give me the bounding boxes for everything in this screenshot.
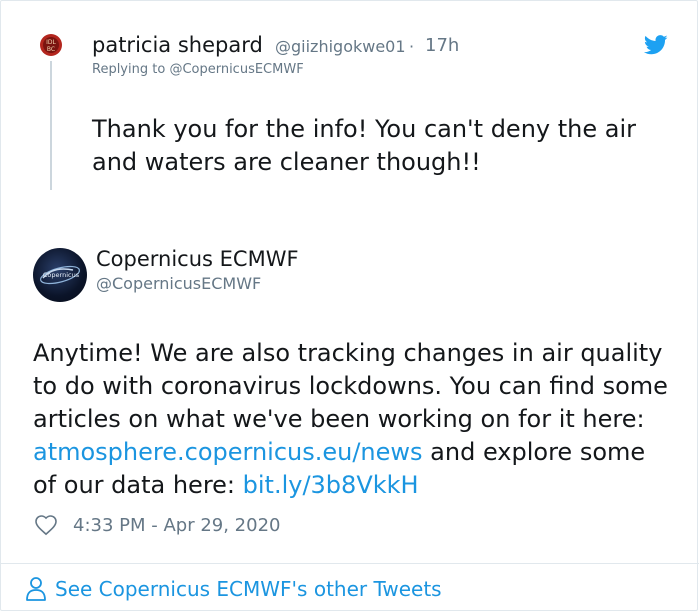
avatar-image: IDL BC xyxy=(38,32,64,58)
reply-text-line: and waters are cleaner though!! xyxy=(92,148,481,176)
svg-text:BC: BC xyxy=(47,46,55,53)
reply-timestamp[interactable]: 17h xyxy=(425,35,459,56)
tweet-text-line: articles on what we've been working on f… xyxy=(33,405,645,433)
tweet-text-line: Anytime! We are also tracking changes in… xyxy=(33,339,663,367)
embedded-tweet-card: IDL BC patricia shepard @giizhigokwe01 ·… xyxy=(0,0,699,611)
reply-tweet-text: Thank you for the info! You can't deny t… xyxy=(92,113,682,179)
atmosphere-news-link[interactable]: atmosphere.copernicus.eu/news xyxy=(33,438,423,466)
footer-divider xyxy=(1,563,699,564)
tweet-author-handle[interactable]: @CopernicusECMWF xyxy=(96,274,261,293)
tweet-text-line: to do with coronavirus lockdowns. You ca… xyxy=(33,372,668,400)
heart-icon[interactable] xyxy=(34,513,58,537)
copernicus-logo: Copernicus xyxy=(39,265,81,285)
tweet-timestamp[interactable]: 4:33 PM - Apr 29, 2020 xyxy=(73,515,280,536)
bitly-data-link[interactable]: bit.ly/3b8VkkH xyxy=(243,471,419,499)
see-other-tweets-link[interactable]: See Copernicus ECMWF's other Tweets xyxy=(25,575,442,603)
tweet-author-name[interactable]: Copernicus ECMWF xyxy=(96,247,299,271)
reply-text-line: Thank you for the info! You can't deny t… xyxy=(92,115,636,143)
see-other-tweets-label: See Copernicus ECMWF's other Tweets xyxy=(55,577,442,601)
person-icon xyxy=(26,577,46,601)
tweet-text-fragment: and explore some xyxy=(422,438,646,466)
tweet-text-line: of our data here: bit.ly/3b8VkkH xyxy=(33,469,683,502)
thread-connector-line xyxy=(50,61,52,190)
twitter-bird-icon[interactable] xyxy=(644,35,668,55)
tweet-text-line: atmosphere.copernicus.eu/news and explor… xyxy=(33,436,683,469)
tweet-text-fragment: of our data here: xyxy=(33,471,243,499)
tweet-author-avatar[interactable]: Copernicus xyxy=(33,248,87,302)
reply-author-avatar[interactable]: IDL BC xyxy=(38,32,64,58)
avatar-logo-text: Copernicus xyxy=(43,271,80,279)
dot-separator: · xyxy=(409,37,415,56)
reply-author-name[interactable]: patricia shepard xyxy=(92,33,263,57)
replying-to-line: Replying to @CopernicusECMWF xyxy=(92,62,304,77)
reply-author-handle[interactable]: @giizhigokwe01 xyxy=(275,37,406,56)
replying-to-handle-link[interactable]: @CopernicusECMWF xyxy=(169,62,303,77)
svg-text:IDL: IDL xyxy=(46,39,56,46)
replying-to-label: Replying to xyxy=(92,62,170,77)
tweet-text: Anytime! We are also tracking changes in… xyxy=(33,337,683,502)
